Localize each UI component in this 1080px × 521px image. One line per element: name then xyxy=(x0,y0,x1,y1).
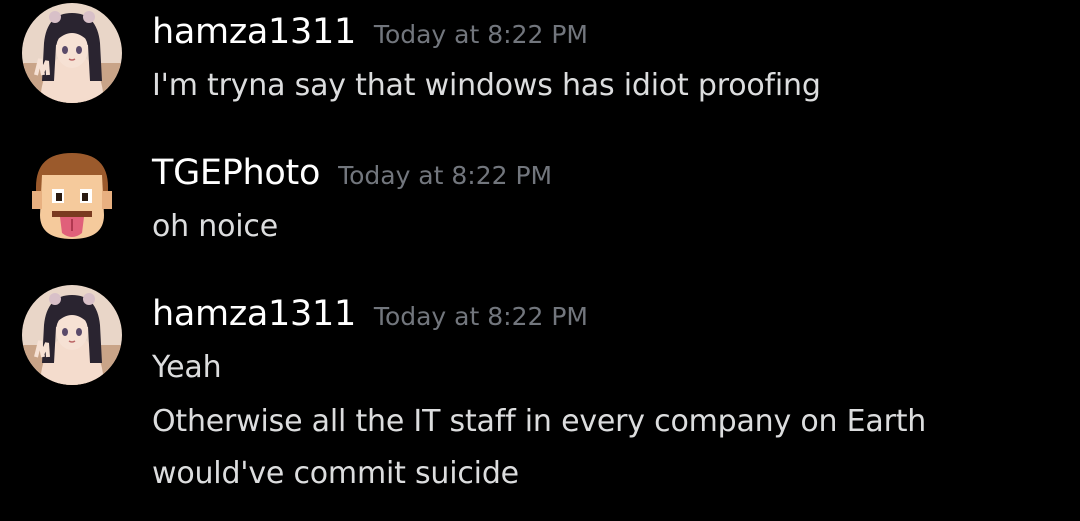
message-text: I'm tryna say that windows has idiot pro… xyxy=(152,68,821,103)
anime-girl-avatar[interactable] xyxy=(22,285,122,385)
username[interactable]: TGEPhoto xyxy=(152,153,320,193)
message-header: hamza1311 Today at 8:22 PM xyxy=(152,12,588,52)
timestamp[interactable]: Today at 8:22 PM xyxy=(374,20,588,49)
message-text: oh noice xyxy=(152,209,278,244)
timestamp[interactable]: Today at 8:22 PM xyxy=(338,161,552,190)
message-text: would've commit suicide xyxy=(152,456,519,491)
anime-girl-avatar[interactable] xyxy=(22,3,122,103)
message-text: Otherwise all the IT staff in every comp… xyxy=(152,404,927,439)
pixel-face-tongue-avatar[interactable] xyxy=(22,145,122,245)
username[interactable]: hamza1311 xyxy=(152,12,356,52)
timestamp[interactable]: Today at 8:22 PM xyxy=(374,302,588,331)
message-text: Yeah xyxy=(152,350,222,385)
username[interactable]: hamza1311 xyxy=(152,294,356,334)
message-header: TGEPhoto Today at 8:22 PM xyxy=(152,153,552,193)
message-header: hamza1311 Today at 8:22 PM xyxy=(152,294,588,334)
